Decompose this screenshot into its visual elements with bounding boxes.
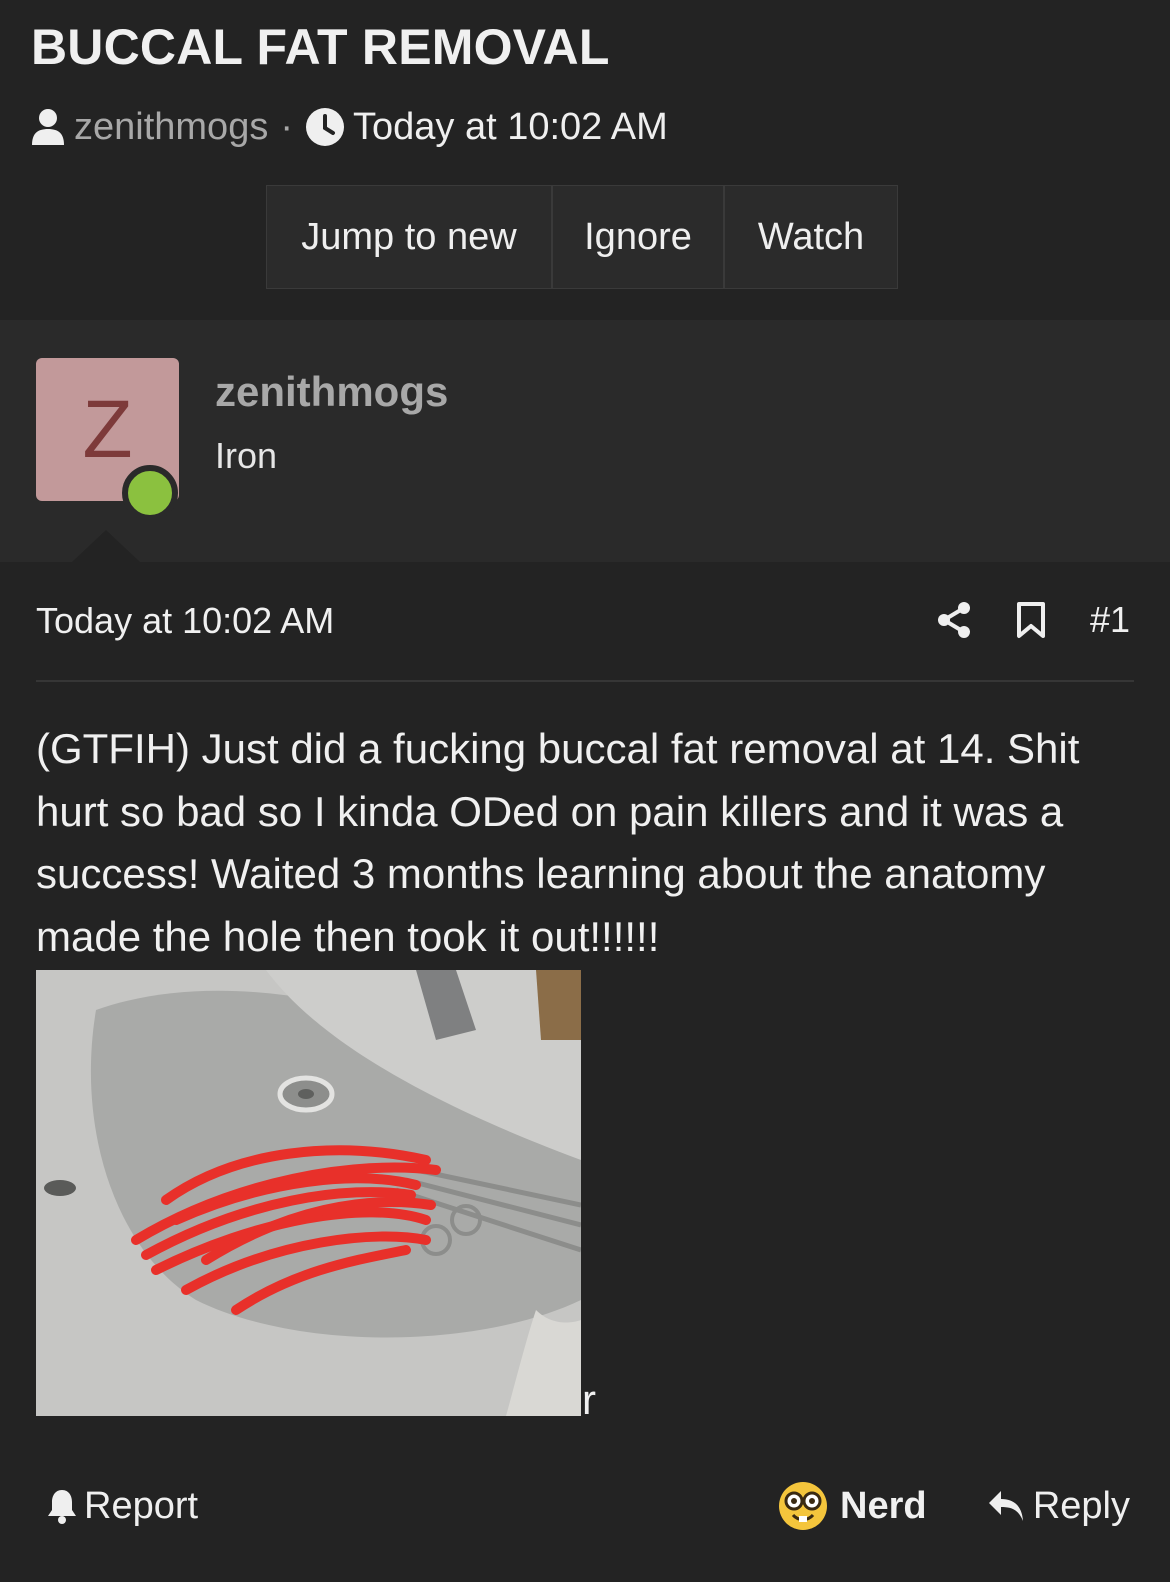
watch-button[interactable]: Watch bbox=[725, 186, 897, 288]
reply-button[interactable]: Reply bbox=[987, 1478, 1130, 1534]
avatar-letter: Z bbox=[82, 383, 133, 475]
meta-separator: · bbox=[280, 105, 293, 148]
post-body-text: (GTFIH) Just did a fucking buccal fat re… bbox=[36, 725, 1080, 960]
post-trailing-text: r bbox=[582, 1376, 596, 1423]
post-divider bbox=[36, 680, 1134, 682]
post: Today at 10:02 AM #1 (GTFIH) Just did a … bbox=[0, 562, 1170, 1582]
share-icon[interactable] bbox=[936, 601, 972, 639]
thread-meta: zenithmogs · Today at 10:02 AM bbox=[30, 104, 668, 150]
reply-icon bbox=[987, 1489, 1025, 1523]
thread-button-group: Jump to new Ignore Watch bbox=[266, 185, 898, 289]
nerd-face-icon bbox=[778, 1481, 828, 1531]
thread-author-link[interactable]: zenithmogs bbox=[74, 106, 268, 149]
post-actions: #1 bbox=[936, 598, 1130, 642]
post-username[interactable]: zenithmogs bbox=[215, 368, 448, 416]
bell-icon bbox=[46, 1487, 78, 1525]
report-button[interactable]: Report bbox=[46, 1478, 198, 1534]
bookmark-icon[interactable] bbox=[1016, 601, 1046, 639]
ignore-button[interactable]: Ignore bbox=[553, 186, 725, 288]
user-panel-pointer bbox=[72, 530, 140, 562]
report-label: Report bbox=[84, 1484, 199, 1527]
post-number-link[interactable]: #1 bbox=[1090, 599, 1130, 641]
jump-to-new-button[interactable]: Jump to new bbox=[267, 186, 553, 288]
clock-icon bbox=[305, 107, 345, 147]
reaction-button[interactable]: Nerd bbox=[778, 1478, 927, 1534]
post-attachment-image[interactable] bbox=[36, 970, 581, 1416]
reaction-label: Nerd bbox=[840, 1484, 927, 1527]
post-user-panel: Z zenithmogs Iron bbox=[0, 320, 1170, 562]
user-icon bbox=[30, 107, 66, 147]
post-footer: Report Nerd Reply bbox=[0, 1478, 1170, 1538]
post-date[interactable]: Today at 10:02 AM bbox=[36, 600, 334, 642]
thread-header: BUCCAL FAT REMOVAL zenithmogs · Today at… bbox=[0, 0, 1170, 320]
thread-title: BUCCAL FAT REMOVAL bbox=[31, 19, 610, 75]
thread-time[interactable]: Today at 10:02 AM bbox=[353, 106, 668, 149]
reply-label: Reply bbox=[1032, 1484, 1130, 1527]
user-rank-title: Iron bbox=[215, 435, 278, 476]
online-status-indicator bbox=[122, 465, 178, 521]
